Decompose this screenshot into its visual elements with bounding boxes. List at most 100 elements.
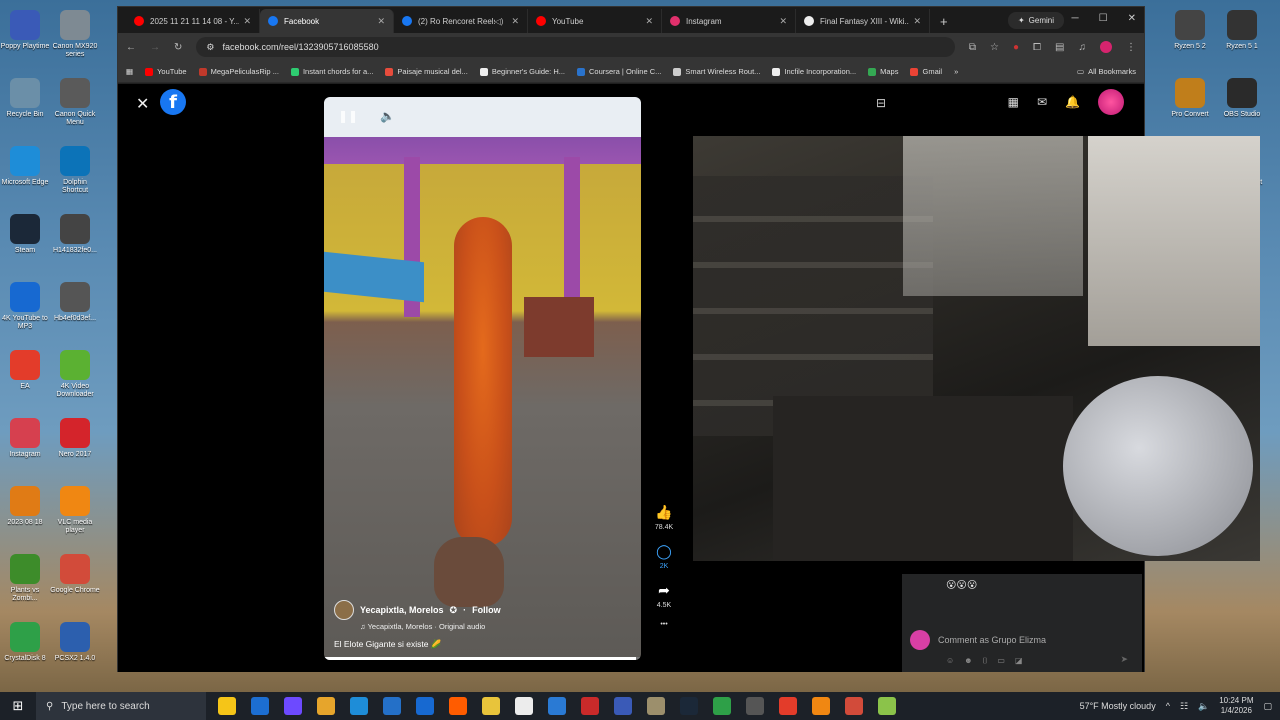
messenger-icon[interactable]: ✉ bbox=[1037, 95, 1047, 109]
taskbar-app-icon[interactable] bbox=[647, 697, 665, 715]
desktop-icon[interactable]: PCSX2 1.4.0 bbox=[50, 618, 100, 686]
back-icon[interactable]: ← bbox=[126, 42, 136, 53]
tab-close-icon[interactable]: ✕ bbox=[779, 16, 787, 27]
browser-tab[interactable]: Facebook ✕ bbox=[260, 9, 394, 33]
bookmark-star-icon[interactable]: ☆ bbox=[990, 42, 999, 53]
bookmark-item[interactable]: Paisaje musical del... bbox=[385, 67, 468, 76]
desktop-icon[interactable]: Steam bbox=[0, 210, 50, 278]
browser-tab[interactable]: Final Fantasy XIII - Wiki... ✕ bbox=[796, 9, 930, 33]
apps-grid-icon[interactable]: ▦ bbox=[126, 67, 133, 76]
desktop-icon[interactable]: Recycle Bin bbox=[0, 74, 50, 142]
tab-close-icon[interactable]: ✕ bbox=[511, 16, 519, 27]
all-bookmarks-button[interactable]: ▭ All Bookmarks bbox=[1077, 67, 1136, 76]
taskbar-app-icon[interactable] bbox=[845, 697, 863, 715]
emoji-icon[interactable]: ☻ bbox=[964, 656, 972, 666]
gif-icon[interactable]: ▭ bbox=[997, 656, 1005, 666]
tray-chevron-icon[interactable]: ^ bbox=[1166, 701, 1170, 711]
bookmark-item[interactable]: YouTube bbox=[145, 67, 187, 76]
desktop-icon[interactable]: EA bbox=[0, 346, 50, 414]
taskbar-app-icon[interactable] bbox=[812, 697, 830, 715]
browser-tab[interactable]: 2025 11 21 11 14 08 - Y... ✕ bbox=[126, 9, 260, 33]
follow-button[interactable]: Follow bbox=[472, 605, 501, 615]
desktop-icon[interactable]: Canon MX920 series bbox=[50, 6, 100, 74]
desktop-icon[interactable]: Dolphin Shortcut bbox=[50, 142, 100, 210]
reel-video[interactable]: ❚❚ 🔈 Yecapixtla, Morelos ✪ · Follow ♫ Ye… bbox=[324, 97, 641, 660]
taskbar-app-icon[interactable] bbox=[515, 697, 533, 715]
desktop-icon[interactable]: Google Chrome bbox=[50, 550, 100, 618]
weather-text[interactable]: 57°F Mostly cloudy bbox=[1080, 701, 1156, 711]
reload-icon[interactable]: ↻ bbox=[174, 42, 182, 53]
gemini-button[interactable]: ✦ Gemini bbox=[1007, 12, 1064, 29]
notifications-bell-icon[interactable]: 🔔 bbox=[1065, 95, 1080, 109]
desktop-icon[interactable]: Hb4ef0d3ef... bbox=[50, 278, 100, 346]
site-info-icon[interactable]: ⚙ bbox=[206, 42, 214, 53]
bookmark-item[interactable]: Smart Wireless Rout... bbox=[673, 67, 760, 76]
media-icon[interactable]: ♫ bbox=[1079, 42, 1087, 53]
menu-kebab-icon[interactable]: ⋮ bbox=[1126, 42, 1136, 53]
notification-center-icon[interactable]: ▢ bbox=[1263, 701, 1272, 712]
taskbar-app-icon[interactable] bbox=[482, 697, 500, 715]
author-avatar[interactable] bbox=[334, 600, 354, 620]
taskbar-app-icon[interactable] bbox=[383, 697, 401, 715]
menu-grid-icon[interactable]: ▦ bbox=[1008, 95, 1019, 109]
account-avatar[interactable] bbox=[1098, 89, 1124, 115]
taskbar-app-icon[interactable] bbox=[416, 697, 434, 715]
pause-icon[interactable]: ❚❚ bbox=[338, 109, 358, 123]
comment-composer[interactable]: Comment as Grupo Elizma bbox=[910, 630, 1132, 650]
bookmark-item[interactable]: Instant chords for a... bbox=[290, 67, 373, 76]
maximize-icon[interactable]: ☐ bbox=[1099, 13, 1108, 24]
minimize-icon[interactable]: ─ bbox=[1072, 13, 1079, 24]
taskbar-app-icon[interactable] bbox=[218, 697, 236, 715]
taskbar-app-icon[interactable] bbox=[680, 697, 698, 715]
audio-line[interactable]: ♫ Yecapixtla, Morelos · Original audio bbox=[360, 622, 631, 631]
comment-button[interactable]: ◯ 2K bbox=[656, 543, 672, 570]
desktop-icon[interactable]: Instagram bbox=[0, 414, 50, 482]
desktop-icon[interactable]: Nero 2017 bbox=[50, 414, 100, 482]
desktop-icon[interactable]: 4K Video Downloader bbox=[50, 346, 100, 414]
tab-close-icon[interactable]: ✕ bbox=[913, 16, 921, 27]
taskbar-app-icon[interactable] bbox=[284, 697, 302, 715]
bookmarks-overflow-icon[interactable]: » bbox=[954, 67, 958, 76]
desktop-icon[interactable]: 4K YouTube to MP3 bbox=[0, 278, 50, 346]
taskbar-app-icon[interactable] bbox=[251, 697, 269, 715]
extensions-puzzle-icon[interactable]: ⧠ bbox=[1033, 42, 1041, 53]
bookmark-item[interactable]: Coursera | Online C... bbox=[577, 67, 661, 76]
network-icon[interactable]: ☷ bbox=[1180, 701, 1188, 712]
desktop-icon[interactable]: Plants vs Zombi... bbox=[0, 550, 50, 618]
bookmark-item[interactable]: Maps bbox=[868, 67, 898, 76]
taskbar-app-icon[interactable] bbox=[350, 697, 368, 715]
avatar-sticker-icon[interactable]: ☺ bbox=[946, 656, 954, 666]
extension-icon[interactable]: ● bbox=[1013, 42, 1019, 53]
camera-icon[interactable]: ⌷ bbox=[983, 656, 988, 666]
desktop-icon[interactable]: VLC media player bbox=[50, 482, 100, 550]
taskbar-app-icon[interactable] bbox=[548, 697, 566, 715]
facebook-logo[interactable]: f bbox=[160, 89, 186, 115]
desktop-icon[interactable]: CrystalDisk 8 bbox=[0, 618, 50, 686]
volume-icon[interactable]: 🔈 bbox=[380, 109, 395, 123]
like-button[interactable]: 👍 78.4K bbox=[655, 504, 673, 531]
desktop-icon[interactable]: 2023 08 18 bbox=[0, 482, 50, 550]
taskbar-search[interactable]: ⚲ Type here to search bbox=[36, 692, 206, 720]
bookmark-item[interactable]: Beginner's Guide: H... bbox=[479, 67, 565, 76]
profile-avatar[interactable] bbox=[1100, 41, 1112, 53]
author-name[interactable]: Yecapixtla, Morelos bbox=[360, 605, 444, 615]
share-button[interactable]: ➦ 4.5K bbox=[657, 582, 671, 609]
tab-close-icon[interactable]: ✕ bbox=[243, 16, 251, 27]
taskbar-app-icon[interactable] bbox=[581, 697, 599, 715]
url-field[interactable]: ⚙ facebook.com/reel/1323905716085580 bbox=[196, 37, 955, 57]
taskbar-app-icon[interactable] bbox=[746, 697, 764, 715]
taskbar-app-icon[interactable] bbox=[449, 697, 467, 715]
bookmark-item[interactable]: MegaPeliculasRip ... bbox=[198, 67, 279, 76]
start-windows-icon[interactable]: ⊞ bbox=[0, 698, 36, 714]
volume-tray-icon[interactable]: 🔈 bbox=[1198, 701, 1209, 712]
taskbar-app-icon[interactable] bbox=[317, 697, 335, 715]
tab-close-icon[interactable]: ✕ bbox=[377, 16, 385, 27]
clock[interactable]: 10:24 PM 1/4/2026 bbox=[1219, 696, 1253, 716]
desktop-icon[interactable]: Ryzen 5 1 bbox=[1216, 6, 1268, 74]
close-window-icon[interactable]: ✕ bbox=[1128, 13, 1136, 24]
bookmark-item[interactable]: Incfile Incorporation... bbox=[772, 67, 856, 76]
sidepanel-icon[interactable]: ▤ bbox=[1055, 42, 1064, 53]
taskbar-app-icon[interactable] bbox=[713, 697, 731, 715]
taskbar-app-icon[interactable] bbox=[779, 697, 797, 715]
progress-bar[interactable] bbox=[324, 657, 641, 660]
